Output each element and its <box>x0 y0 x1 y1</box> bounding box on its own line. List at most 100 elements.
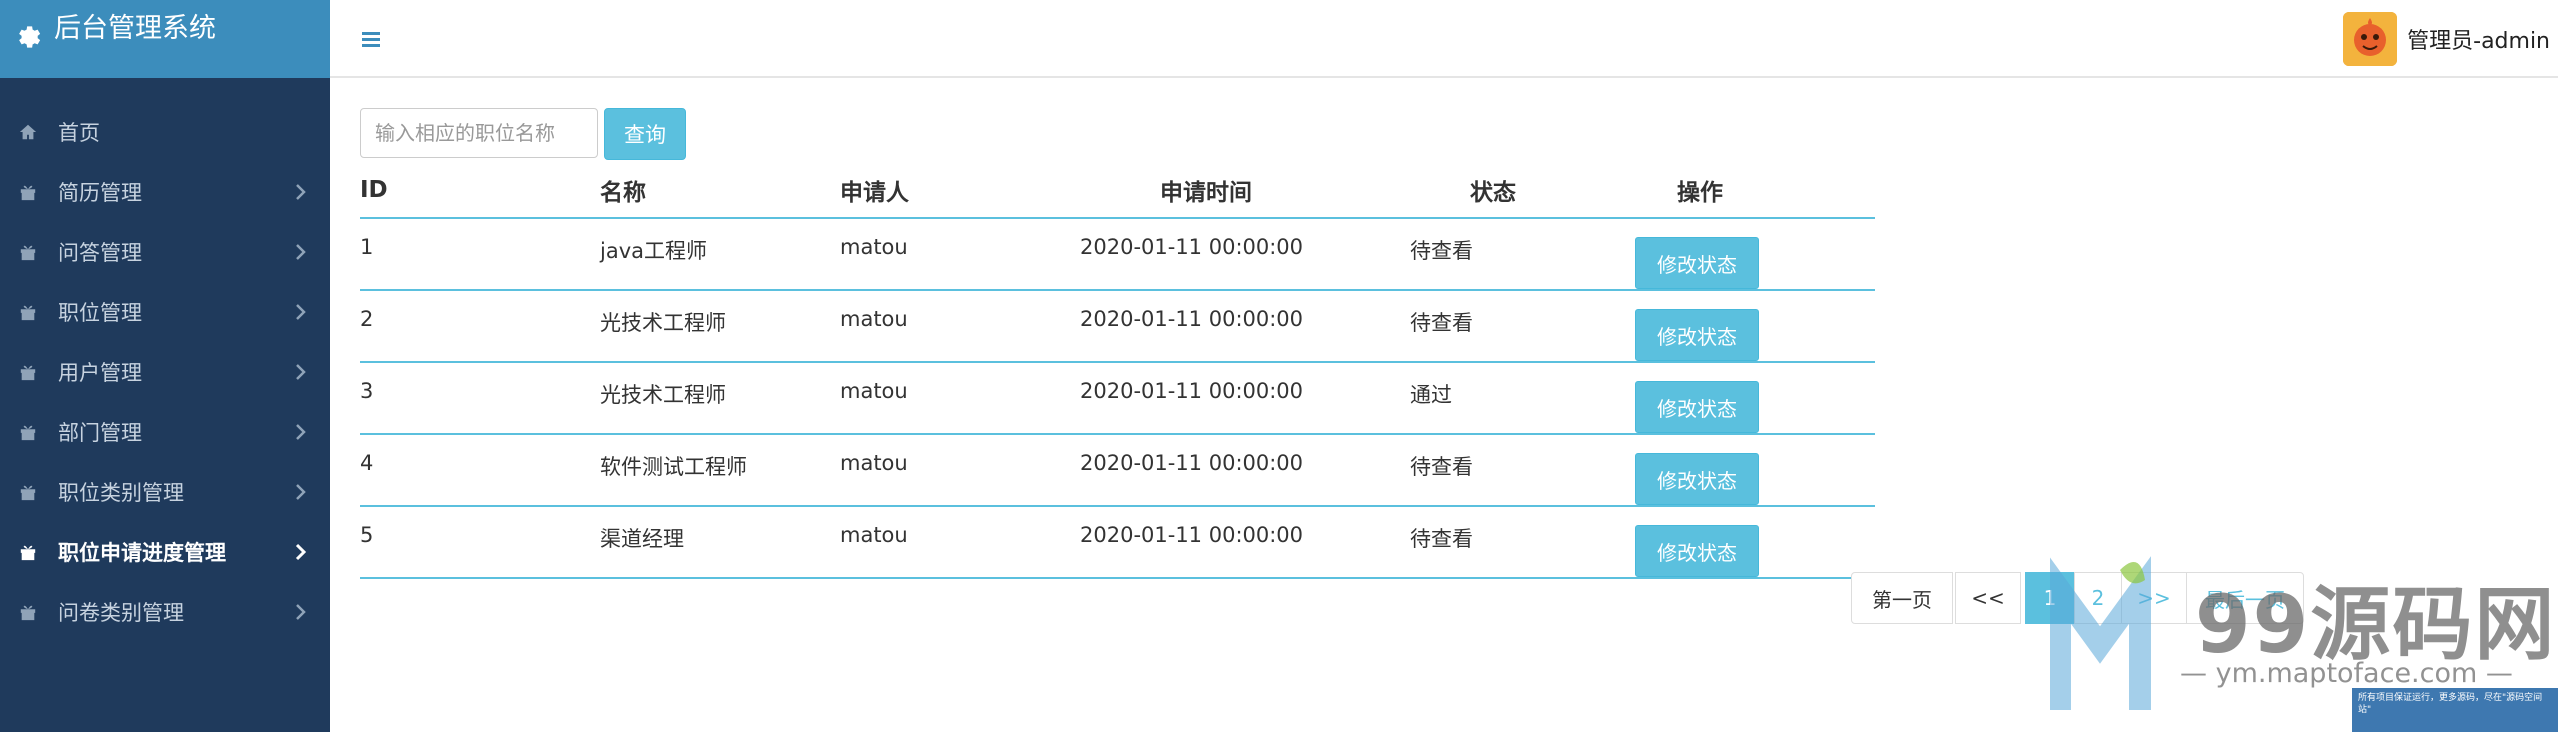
cell-action: 修改状态 <box>1635 290 1875 363</box>
column-header-status: 状态 <box>1410 162 1635 219</box>
sidebar-item-resume[interactable]: 简历管理 <box>0 162 330 222</box>
cell-applicant: matou <box>840 506 1080 579</box>
application-table: ID 名称 申请人 申请时间 状态 操作 1 java工程师 matou 202… <box>360 162 1875 579</box>
chevron-right-icon <box>296 364 306 380</box>
watermark-url: — ym.maptoface.com — <box>2180 658 2513 689</box>
chevron-right-icon <box>296 484 306 500</box>
brand[interactable]: 后台管理系统 <box>0 0 330 78</box>
chevron-right-icon <box>295 543 307 561</box>
column-header-applicant: 申请人 <box>840 162 1080 219</box>
cell-status: 待查看 <box>1410 290 1635 363</box>
cell-name: 软件测试工程师 <box>600 434 840 507</box>
cell-status: 待查看 <box>1410 218 1635 291</box>
cell-action: 修改状态 <box>1635 362 1875 435</box>
cell-id: 5 <box>360 506 600 579</box>
first-page-button[interactable]: 第一页 <box>1851 572 1953 624</box>
avatar <box>2343 12 2398 66</box>
sidebar-item-position-categories[interactable]: 职位类别管理 <box>0 462 330 522</box>
column-header-time: 申请时间 <box>1080 162 1410 219</box>
sidebar-item-home[interactable]: 首页 <box>0 102 330 162</box>
cell-id: 4 <box>360 434 600 507</box>
top-bar: 管理员-admin <box>330 0 2558 78</box>
sidebar: 后台管理系统 首页 简历管理 问答管理 职位管理 用户管理 部门管理 职位类别管… <box>0 0 330 732</box>
cell-name: 光技术工程师 <box>600 290 840 363</box>
user-menu[interactable]: 管理员-admin <box>2343 12 2550 66</box>
chevron-right-icon <box>296 304 306 320</box>
menu-toggle-icon[interactable] <box>360 28 382 50</box>
watermark-logo-icon <box>2050 556 2151 710</box>
cell-time: 2020-01-11 00:00:00 <box>1080 506 1410 579</box>
sidebar-item-label: 职位管理 <box>58 301 142 325</box>
user-name: 管理员-admin <box>2407 29 2550 54</box>
sidebar-item-label: 用户管理 <box>58 361 142 385</box>
cell-action: 修改状态 <box>1635 506 1875 579</box>
table-row: 2 光技术工程师 matou 2020-01-11 00:00:00 待查看 修… <box>360 290 1875 363</box>
chevron-right-icon <box>296 604 306 620</box>
change-status-button[interactable]: 修改状态 <box>1635 381 1759 433</box>
gift-icon <box>18 422 38 442</box>
gift-icon <box>18 302 38 322</box>
watermark-url-text: ym.maptoface.com <box>2215 658 2478 689</box>
sidebar-item-label: 简历管理 <box>58 181 142 205</box>
column-header-id: ID <box>360 162 600 219</box>
gift-icon <box>18 482 38 502</box>
sidebar-item-users[interactable]: 用户管理 <box>0 342 330 402</box>
column-header-name: 名称 <box>600 162 840 219</box>
cell-status: 通过 <box>1410 362 1635 435</box>
cell-name: java工程师 <box>600 218 840 291</box>
cell-applicant: matou <box>840 290 1080 363</box>
change-status-button[interactable]: 修改状态 <box>1635 525 1759 577</box>
home-icon <box>18 122 38 142</box>
cell-status: 待查看 <box>1410 506 1635 579</box>
gift-icon <box>18 182 38 202</box>
watermark: 99源码网 — ym.maptoface.com — 所有项目保证运行，更多源码… <box>2040 540 2558 732</box>
prev-page-button[interactable]: << <box>1955 572 2021 624</box>
cell-name: 渠道经理 <box>600 506 840 579</box>
cell-time: 2020-01-11 00:00:00 <box>1080 362 1410 435</box>
cell-time: 2020-01-11 00:00:00 <box>1080 290 1410 363</box>
sidebar-item-qa[interactable]: 问答管理 <box>0 222 330 282</box>
sidebar-item-questionnaire-categories[interactable]: 问卷类别管理 <box>0 582 330 642</box>
cell-time: 2020-01-11 00:00:00 <box>1080 434 1410 507</box>
cell-time: 2020-01-11 00:00:00 <box>1080 218 1410 291</box>
brand-title: 后台管理系统 <box>54 13 216 44</box>
table-row: 1 java工程师 matou 2020-01-11 00:00:00 待查看 … <box>360 218 1875 291</box>
table-row: 5 渠道经理 matou 2020-01-11 00:00:00 待查看 修改状… <box>360 506 1875 579</box>
cell-name: 光技术工程师 <box>600 362 840 435</box>
column-header-action: 操作 <box>1635 162 1875 219</box>
gear-icon <box>19 26 41 48</box>
cell-action: 修改状态 <box>1635 218 1875 291</box>
cell-id: 1 <box>360 218 600 291</box>
position-name-input[interactable] <box>360 108 598 158</box>
search-bar: 查询 <box>360 108 686 160</box>
cell-applicant: matou <box>840 362 1080 435</box>
chevron-right-icon <box>296 184 306 200</box>
chevron-right-icon <box>296 424 306 440</box>
change-status-button[interactable]: 修改状态 <box>1635 237 1759 289</box>
table-row: 3 光技术工程师 matou 2020-01-11 00:00:00 通过 修改… <box>360 362 1875 435</box>
sidebar-item-label: 问卷类别管理 <box>58 601 184 625</box>
sidebar-item-application-progress[interactable]: 职位申请进度管理 <box>0 522 330 582</box>
sidebar-item-departments[interactable]: 部门管理 <box>0 402 330 462</box>
cell-applicant: matou <box>840 218 1080 291</box>
cell-status: 待查看 <box>1410 434 1635 507</box>
gift-icon <box>18 542 38 562</box>
chevron-right-icon <box>296 244 306 260</box>
sidebar-item-label: 问答管理 <box>58 241 142 265</box>
gift-icon <box>18 242 38 262</box>
cell-id: 3 <box>360 362 600 435</box>
gift-icon <box>18 602 38 622</box>
cell-action: 修改状态 <box>1635 434 1875 507</box>
sidebar-item-positions[interactable]: 职位管理 <box>0 282 330 342</box>
change-status-button[interactable]: 修改状态 <box>1635 309 1759 361</box>
sidebar-item-label: 部门管理 <box>58 421 142 445</box>
sidebar-item-label: 首页 <box>58 121 100 145</box>
search-button[interactable]: 查询 <box>604 108 686 160</box>
watermark-note: 所有项目保证运行，更多源码，尽在"源码空间站" <box>2352 688 2558 732</box>
sidebar-item-label: 职位类别管理 <box>58 481 184 505</box>
cell-applicant: matou <box>840 434 1080 507</box>
gift-icon <box>18 362 38 382</box>
table-header-row: ID 名称 申请人 申请时间 状态 操作 <box>360 162 1875 219</box>
cell-id: 2 <box>360 290 600 363</box>
change-status-button[interactable]: 修改状态 <box>1635 453 1759 505</box>
